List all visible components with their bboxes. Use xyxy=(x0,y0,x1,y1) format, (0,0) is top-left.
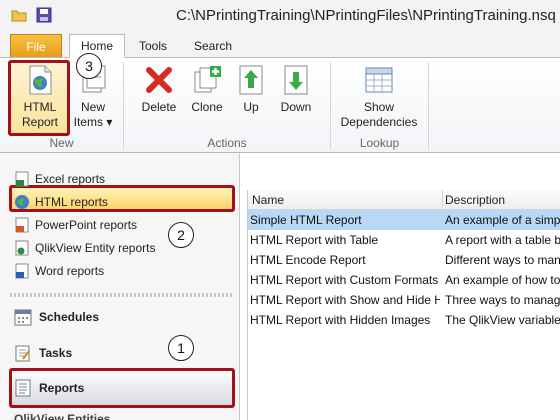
nav-section-tasks[interactable]: Tasks xyxy=(14,344,72,362)
cell-name: HTML Report with Custom Formats xyxy=(250,273,439,287)
powerpoint-icon xyxy=(15,217,29,233)
navigator-splitter[interactable] xyxy=(10,293,232,297)
tab-home[interactable]: Home xyxy=(69,34,125,58)
nav-item-word-reports[interactable]: Word reports xyxy=(14,262,104,280)
nav-item-label: HTML reports xyxy=(35,195,108,209)
column-header-description[interactable]: Description xyxy=(445,193,560,207)
nav-section-qlikview-entities[interactable]: QlikView Entities xyxy=(14,412,110,420)
up-label: Up xyxy=(243,100,259,114)
nav-item-label: Excel reports xyxy=(35,172,106,186)
table-row[interactable]: HTML Report with Hidden Images The QlikV… xyxy=(248,310,560,330)
nav-item-qlikview-entity-reports[interactable]: QlikView Entity reports xyxy=(14,239,156,257)
group-label-actions: Actions xyxy=(207,136,247,150)
schedules-icon xyxy=(14,309,32,326)
column-header-name[interactable]: Name xyxy=(252,193,440,207)
html-report-button[interactable]: HTML Report xyxy=(12,64,68,130)
group-label-lookup: Lookup xyxy=(359,136,400,150)
clone-icon xyxy=(194,66,221,93)
delete-label: Delete xyxy=(141,100,177,114)
delete-button[interactable]: Delete xyxy=(140,64,178,115)
nav-item-label: QlikView Entity reports xyxy=(35,241,156,255)
nav-section-reports[interactable]: Reports xyxy=(14,379,84,397)
table-row[interactable]: HTML Report with Table A report with a t… xyxy=(248,230,560,250)
word-icon xyxy=(15,263,29,279)
nav-item-excel-reports[interactable]: Excel reports xyxy=(14,170,105,188)
callout-1: 1 xyxy=(168,335,194,361)
tab-tools[interactable]: Tools xyxy=(128,34,178,58)
down-arrow-icon xyxy=(284,65,308,95)
up-arrow-icon xyxy=(239,65,263,95)
cell-description: A report with a table b xyxy=(445,233,560,247)
reports-grid: Name Description Simple HTML Report An e… xyxy=(247,190,560,420)
table-row[interactable]: HTML Report with Custom Formats An examp… xyxy=(248,270,560,290)
cell-description: Three ways to manage xyxy=(445,293,560,307)
cell-name: HTML Report with Show and Hide H xyxy=(250,293,440,307)
tasks-icon xyxy=(15,345,30,362)
cell-description: Different ways to man xyxy=(445,253,560,267)
group-label-new: New xyxy=(49,136,74,150)
html-report-icon xyxy=(29,65,52,95)
table-row[interactable]: HTML Report with Show and Hide H Three w… xyxy=(248,290,560,310)
cell-name: HTML Report with Table xyxy=(250,233,379,247)
folder-icon[interactable] xyxy=(10,6,28,24)
clone-label: Clone xyxy=(191,100,223,114)
cell-description: An example of how to xyxy=(445,273,560,287)
qlikview-entity-icon xyxy=(15,240,29,256)
html-globe-icon xyxy=(15,195,29,209)
nav-section-schedules[interactable]: Schedules xyxy=(14,308,99,326)
window-title: C:\NPrintingTraining\NPrintingFiles\NPri… xyxy=(176,7,556,24)
show-dependencies-icon xyxy=(365,67,393,93)
cell-name: HTML Encode Report xyxy=(250,253,366,267)
tab-search[interactable]: Search xyxy=(186,34,240,58)
cell-name: HTML Report with Hidden Images xyxy=(250,313,431,327)
table-row[interactable]: HTML Encode Report Different ways to man xyxy=(248,250,560,270)
cell-description: The QlikView variable xyxy=(445,313,560,327)
nav-item-powerpoint-reports[interactable]: PowerPoint reports xyxy=(14,216,137,234)
callout-2: 2 xyxy=(168,222,194,248)
down-button[interactable]: Down xyxy=(278,64,314,115)
show-dependencies-label: Show Dependencies xyxy=(340,100,418,129)
cell-name: Simple HTML Report xyxy=(250,213,362,227)
clone-button[interactable]: Clone xyxy=(188,64,226,115)
html-report-label: HTML Report xyxy=(21,100,59,129)
show-dependencies-button[interactable]: Show Dependencies xyxy=(336,64,422,130)
nav-item-label: Word reports xyxy=(35,264,105,278)
column-divider[interactable] xyxy=(442,190,443,210)
callout-3: 3 xyxy=(76,53,102,79)
up-button[interactable]: Up xyxy=(236,64,266,115)
nav-section-label: Schedules xyxy=(39,310,100,324)
new-items-label: New Items ▾ xyxy=(73,100,113,129)
nav-item-html-reports[interactable]: HTML reports xyxy=(14,193,108,211)
ribbon-separator xyxy=(428,62,429,150)
nav-item-label: PowerPoint reports xyxy=(35,218,138,232)
excel-icon xyxy=(15,171,29,187)
tab-file[interactable]: File xyxy=(10,34,62,58)
cell-description: An example of a simpl xyxy=(445,213,560,227)
save-icon[interactable] xyxy=(35,6,53,24)
nav-section-label: Tasks xyxy=(39,346,73,360)
table-row[interactable]: Simple HTML Report An example of a simpl xyxy=(248,210,560,230)
reports-icon xyxy=(15,379,31,397)
delete-icon xyxy=(146,67,172,93)
grid-header: Name Description xyxy=(248,190,560,210)
down-label: Down xyxy=(280,100,312,114)
nav-section-label: Reports xyxy=(39,381,85,395)
